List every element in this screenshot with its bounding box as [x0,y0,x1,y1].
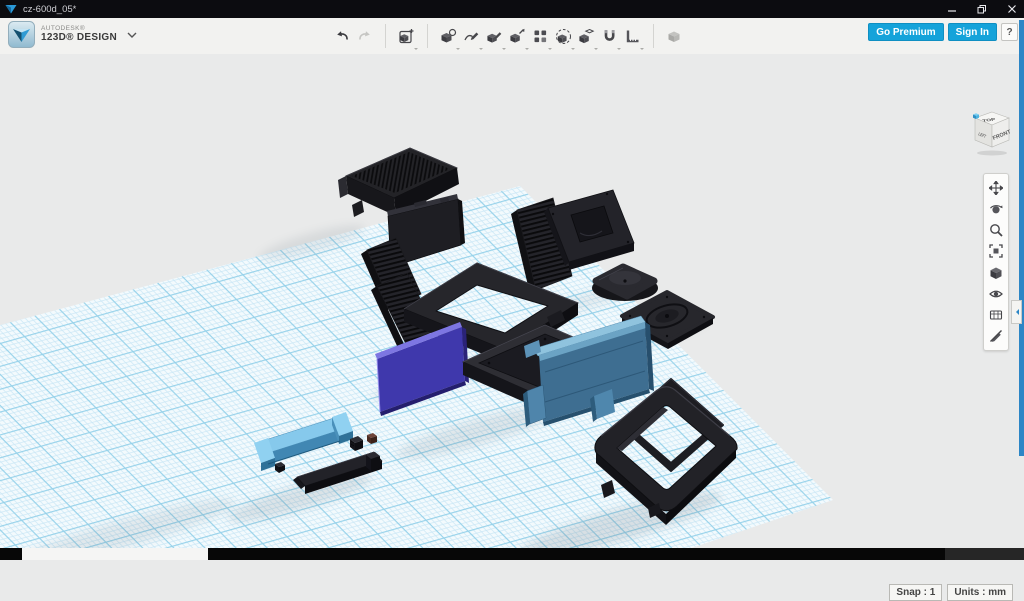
tool-primitives[interactable] [439,24,459,48]
snap-setting[interactable]: Snap : 1 [889,584,942,601]
tool-modify[interactable] [508,24,528,48]
navigation-toolbar [983,173,1009,351]
minimize-icon [947,4,957,14]
window-title: cz-600d_05* [23,4,76,15]
pan-icon [989,181,1003,195]
tool-construct[interactable] [485,24,505,48]
close-icon [1007,4,1017,14]
import-button[interactable] [397,24,417,48]
orbit-tool[interactable] [989,201,1004,216]
go-premium-button[interactable]: Go Premium [868,23,943,41]
sign-in-button[interactable]: Sign In [948,23,997,41]
main-toolbar: AUTODESK® 123D® DESIGN [0,18,1024,55]
edge-panel-collapse-tab[interactable] [1011,300,1022,324]
combine-icon [578,28,595,45]
chevron-down-icon [127,32,137,38]
shaded-view-icon [989,266,1003,280]
taskbar-tray-segment[interactable] [945,548,1024,560]
modify-icon [509,28,526,45]
orbit-icon [989,202,1003,216]
tool-snap[interactable] [600,24,620,48]
tool-pattern[interactable] [531,24,551,48]
grid-ruler-tool[interactable] [989,308,1004,323]
import-icon [398,28,415,45]
tool-strip [330,18,686,54]
grid-ruler-icon [989,308,1003,322]
eye-icon [989,287,1003,301]
tool-grouping[interactable] [554,24,574,48]
undo-icon [334,28,350,44]
redo-icon [357,28,373,44]
primitives-icon [440,28,457,45]
viewport-3d[interactable]: TOP FRONT LEFT [0,54,1024,548]
taskbar-sliver [0,548,1024,560]
pattern-icon [532,28,549,45]
brand-123d-design: 123D® DESIGN [41,33,117,43]
toolbar-divider [385,24,386,48]
edge-panel-strip [1019,20,1024,456]
zoom-fit-tool[interactable] [989,244,1004,259]
undo-button[interactable] [332,24,352,48]
grouping-icon [555,28,572,45]
show-hide-tool[interactable] [989,286,1004,301]
toolbar-divider [653,24,654,48]
collapse-arrow-icon [1013,309,1019,315]
measure-ruler-icon [624,28,641,45]
pan-tool[interactable] [989,180,1004,195]
tool-sketch[interactable] [462,24,482,48]
tool-combine[interactable] [577,24,597,48]
restore-icon [977,4,987,14]
title-bar: cz-600d_05* [0,0,1024,18]
shaded-view-tool[interactable] [989,265,1004,280]
app-brand[interactable]: AUTODESK® 123D® DESIGN [8,21,137,48]
zoom-icon [989,223,1003,237]
taskbar-app-segment[interactable] [22,548,208,560]
close-button[interactable] [1004,2,1020,16]
snap-magnet-icon [601,28,618,45]
restore-button[interactable] [974,2,990,16]
help-button[interactable]: ? [1001,23,1018,41]
tool-text-disabled [665,24,685,48]
zoom-fit-icon [989,244,1003,258]
hide-sketches-icon [989,329,1003,343]
autodesk-logo-icon [5,3,17,15]
units-setting[interactable]: Units : mm [947,584,1013,601]
zoom-tool[interactable] [989,223,1004,238]
status-bar: Snap : 1 Units : mm [889,584,1013,601]
view-cube[interactable]: TOP FRONT LEFT [962,109,1018,161]
123d-design-logo-icon [8,21,35,48]
toolbar-divider [427,24,428,48]
scene-svg[interactable] [0,54,1024,548]
hide-sketches-tool[interactable] [989,329,1004,344]
minimize-button[interactable] [944,2,960,16]
redo-button[interactable] [355,24,375,48]
sketch-icon [463,28,480,45]
text-tool-icon [666,28,683,45]
construct-icon [486,28,503,45]
tool-measure[interactable] [623,24,643,48]
